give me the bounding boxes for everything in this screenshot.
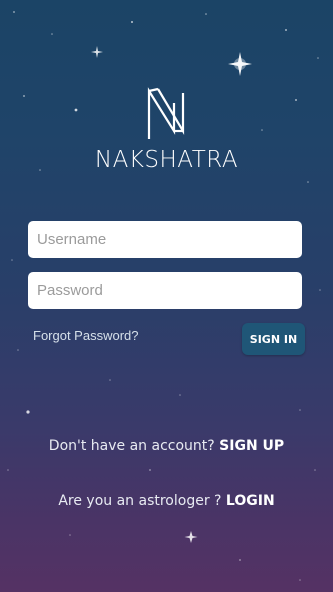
forgot-password-link[interactable]: Forgot Password?: [33, 328, 139, 343]
signup-row: Don't have an account? SIGN UP: [0, 438, 333, 454]
star-icon: [91, 46, 103, 58]
login-screen: NAKSHATRA Forgot Password? SIGN IN Don't…: [0, 0, 333, 592]
password-input[interactable]: [28, 272, 302, 309]
sign-up-link[interactable]: SIGN UP: [219, 438, 284, 454]
star-icon: [184, 531, 198, 543]
astrologer-login-link[interactable]: LOGIN: [226, 493, 275, 509]
astrologer-prompt: Are you an astrologer ?: [58, 493, 222, 509]
app-title: NAKSHATRA: [94, 147, 239, 173]
nakshatra-logo-icon: [147, 87, 185, 139]
signup-prompt: Don't have an account?: [48, 438, 215, 454]
astrologer-row: Are you an astrologer ? LOGIN: [0, 493, 333, 509]
sign-in-button[interactable]: SIGN IN: [242, 323, 305, 355]
username-input[interactable]: [28, 221, 302, 258]
